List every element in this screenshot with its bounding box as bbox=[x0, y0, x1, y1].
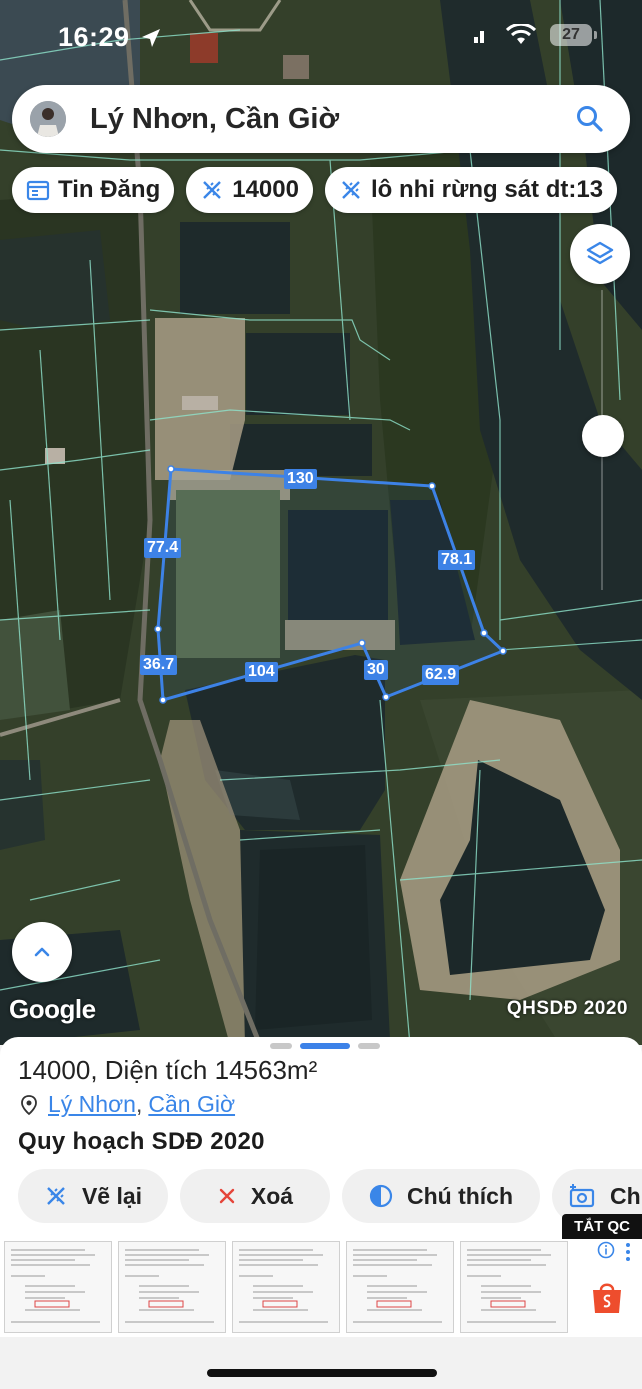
area-value: 14563m² bbox=[214, 1055, 318, 1085]
page-dot bbox=[358, 1043, 380, 1049]
document-thumbnail bbox=[467, 1249, 556, 1323]
ruler-icon bbox=[203, 181, 222, 199]
parcel-title: 14000, Diện tích 14563m² bbox=[18, 1055, 317, 1086]
battery-icon: 27 bbox=[550, 24, 597, 46]
edge-length-label: 78.1 bbox=[438, 550, 476, 570]
chip-label: 14000 bbox=[232, 176, 299, 203]
edge-length-label: 62.9 bbox=[422, 665, 460, 685]
delete-button[interactable]: Xoá bbox=[180, 1169, 330, 1223]
action-label: Ch bbox=[610, 1182, 641, 1209]
chip-label: Tin Đăng bbox=[58, 176, 161, 203]
sheet-page-indicator[interactable] bbox=[270, 1043, 380, 1049]
parcel-name: 14000 bbox=[18, 1055, 91, 1085]
page-dot-active bbox=[300, 1043, 350, 1049]
search-button[interactable] bbox=[570, 99, 610, 139]
ad-thumbnail[interactable] bbox=[4, 1241, 112, 1333]
wifi-icon bbox=[506, 24, 536, 44]
hide-ads-button[interactable]: TẮT QC bbox=[562, 1214, 642, 1239]
battery-level: 27 bbox=[562, 26, 580, 43]
edge-length-label: 30 bbox=[364, 660, 388, 680]
google-logo: Google bbox=[9, 994, 96, 1024]
edge-length-label: 77.4 bbox=[144, 538, 182, 558]
chip-measure-lo-nhi[interactable]: lô nhi rừng sát dt:13 bbox=[324, 167, 618, 213]
edge-length-label: 104 bbox=[245, 662, 278, 682]
status-time: 16:29 bbox=[58, 22, 130, 52]
location-separator: , bbox=[135, 1091, 143, 1117]
shopping-bag-icon[interactable] bbox=[590, 1279, 624, 1315]
location-arrow-icon bbox=[142, 29, 160, 47]
user-avatar-icon bbox=[30, 101, 66, 137]
chevron-up-icon bbox=[34, 947, 50, 957]
edge-length-label: 36.7 bbox=[140, 655, 178, 675]
action-label: Xoá bbox=[250, 1182, 294, 1209]
ad-thumbnail[interactable] bbox=[460, 1241, 568, 1333]
document-thumbnail bbox=[11, 1249, 100, 1323]
info-icon[interactable] bbox=[597, 1241, 615, 1259]
location-district-link[interactable]: Cần Giờ bbox=[148, 1091, 235, 1118]
chip-label: lô nhi rừng sát dt:13 bbox=[370, 176, 604, 203]
map-view[interactable]: 130 77.4 78.1 36.7 104 30 62.9 Google QH… bbox=[0, 0, 642, 1045]
opacity-slider-handle[interactable] bbox=[582, 415, 624, 457]
edge-length-label: 130 bbox=[284, 469, 317, 489]
status-bar: 16:29 27 bbox=[0, 0, 642, 78]
search-icon bbox=[577, 106, 603, 132]
more-options-icon[interactable] bbox=[624, 1241, 632, 1263]
calendar-icon bbox=[26, 180, 50, 201]
document-thumbnail bbox=[125, 1249, 214, 1323]
area-label: , Diện tích bbox=[90, 1055, 208, 1085]
layers-button[interactable] bbox=[570, 224, 630, 284]
ad-thumbnail[interactable] bbox=[118, 1241, 226, 1333]
ruler-icon bbox=[342, 181, 360, 199]
legend-button[interactable]: Chú thích bbox=[342, 1169, 540, 1223]
ad-thumbnail[interactable] bbox=[232, 1241, 340, 1333]
ad-banner[interactable]: TẮT QC bbox=[0, 1214, 642, 1337]
home-indicator-area bbox=[0, 1337, 642, 1389]
location-commune-link[interactable]: Lý Nhơn bbox=[48, 1091, 136, 1118]
page-dot bbox=[270, 1043, 292, 1049]
ruler-icon bbox=[47, 1187, 65, 1205]
document-thumbnail bbox=[353, 1249, 442, 1323]
action-buttons: Vẽ lại Xoá Chú thích Ch bbox=[18, 1169, 642, 1223]
cellular-signal-icon bbox=[474, 31, 484, 43]
chip-measure-14000[interactable]: 14000 bbox=[186, 167, 313, 213]
search-bar[interactable]: Lý Nhơn, Cần Giờ bbox=[12, 85, 630, 153]
parcel-location: Lý Nhơn, Cần Giờ bbox=[18, 1091, 235, 1118]
action-label: Chú thích bbox=[406, 1182, 514, 1209]
document-thumbnail bbox=[239, 1249, 328, 1323]
layers-icon bbox=[586, 241, 614, 265]
filter-chips: Tin Đăng 14000 lô nhi rừng sát dt:13 bbox=[12, 167, 618, 213]
map-layer-badge: QHSDĐ 2020 bbox=[506, 998, 628, 1019]
action-label: Vẽ lại bbox=[81, 1182, 143, 1209]
satellite-imagery bbox=[0, 0, 642, 1045]
search-input[interactable]: Lý Nhơn, Cần Giờ bbox=[90, 103, 570, 136]
contrast-icon bbox=[369, 1184, 393, 1208]
home-indicator[interactable] bbox=[207, 1369, 437, 1377]
avatar[interactable] bbox=[30, 101, 66, 137]
map-pin-icon bbox=[21, 1094, 37, 1115]
chip-tin-dang[interactable]: Tin Đăng bbox=[12, 167, 175, 213]
plan-title: Quy hoạch SDĐ 2020 bbox=[18, 1128, 265, 1155]
close-icon bbox=[219, 1188, 235, 1204]
camera-icon bbox=[569, 1184, 595, 1208]
redraw-button[interactable]: Vẽ lại bbox=[18, 1169, 168, 1223]
expand-sheet-button[interactable] bbox=[12, 922, 72, 982]
ad-thumbnail[interactable] bbox=[346, 1241, 454, 1333]
